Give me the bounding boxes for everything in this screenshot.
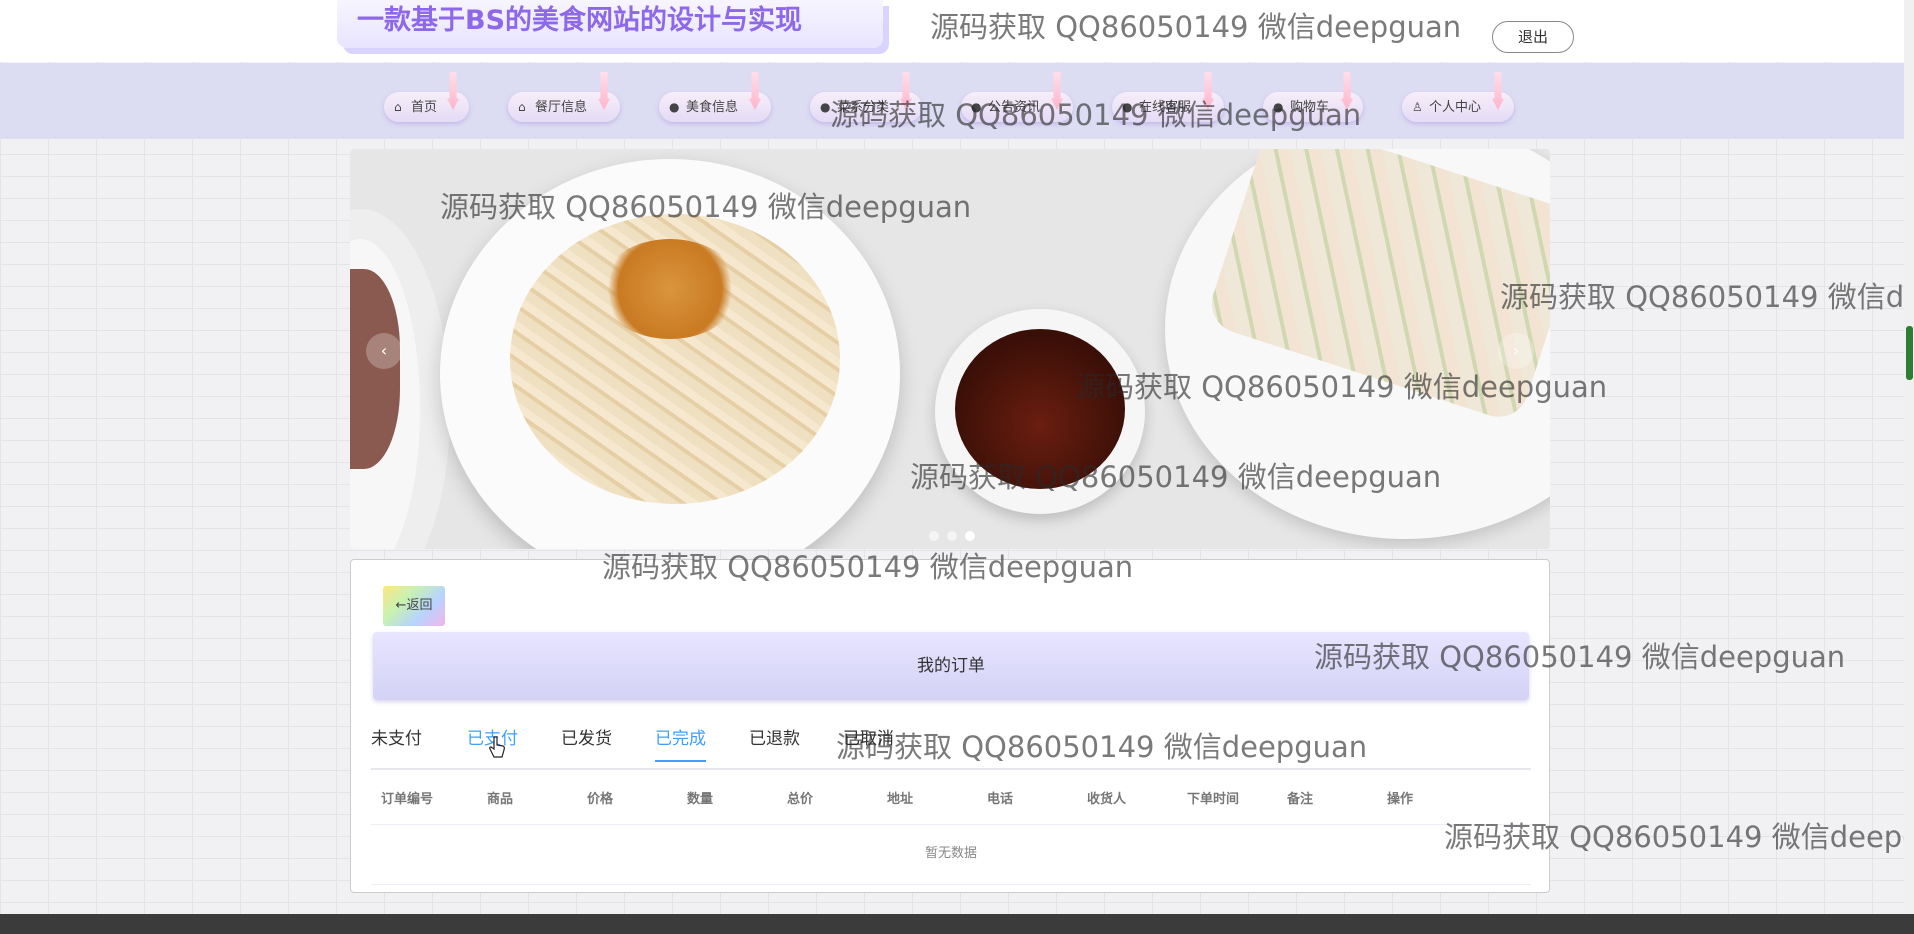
column-header[interactable]: 地址 — [887, 776, 913, 824]
carousel-indicators — [925, 526, 979, 545]
carousel-dot-active[interactable] — [965, 531, 975, 541]
watermark: 源码获取 QQ86050149 微信deepguan — [830, 98, 1362, 132]
watermark: 源码获取 QQ86050149 微信deepguan — [910, 460, 1442, 494]
column-header[interactable]: 数量 — [687, 776, 713, 824]
nav-pin-decoration — [749, 72, 761, 110]
column-header[interactable]: 下单时间 — [1187, 776, 1239, 824]
carousel-prev-icon[interactable]: ‹ — [366, 333, 402, 369]
page-scrollbar[interactable] — [1904, 0, 1914, 914]
column-header[interactable]: 商品 — [487, 776, 513, 824]
info-icon: ● — [669, 100, 680, 114]
nav-item-restaurants[interactable]: ⌂ 餐厅信息 — [508, 72, 620, 122]
nav-item-food[interactable]: ● 美食信息 — [659, 72, 771, 122]
column-header[interactable]: 订单编号 — [381, 776, 433, 824]
nav-pin-decoration — [447, 72, 459, 110]
tab-unpaid[interactable]: 未支付 — [371, 718, 422, 760]
column-header[interactable]: 备注 — [1287, 776, 1313, 824]
watermark: 源码获取 QQ86050149 微信deepguan — [1314, 640, 1846, 674]
nav-pin-decoration — [1492, 72, 1504, 110]
column-header[interactable]: 电话 — [987, 776, 1013, 824]
watermark: 源码获取 QQ86050149 微信deepguan — [836, 730, 1368, 764]
carousel-dot[interactable] — [929, 531, 939, 541]
tab-refunded[interactable]: 已退款 — [749, 718, 800, 760]
orders-table-header: 订单编号 商品 价格 数量 总价 地址 电话 收货人 下单时间 备注 操作 — [371, 776, 1531, 825]
nav-pin-decoration — [598, 72, 610, 110]
empty-state-text: 暂无数据 — [371, 824, 1531, 885]
nav-item-home[interactable]: ⌂ 首页 — [384, 72, 469, 122]
nav-item-label: 个人中心 — [1429, 100, 1482, 115]
column-header[interactable]: 总价 — [787, 776, 813, 824]
page-footer — [0, 914, 1914, 934]
tab-completed[interactable]: 已完成 — [655, 718, 706, 762]
watermark: 源码获取 QQ86050149 微信deepguan — [1500, 280, 1914, 314]
tab-shipped[interactable]: 已发货 — [561, 718, 612, 760]
user-icon: ♙ — [1412, 100, 1423, 114]
watermark: 源码获取 QQ86050149 微信deepguan — [1444, 820, 1914, 854]
column-header[interactable]: 操作 — [1387, 776, 1413, 824]
watermark: 源码获取 QQ86050149 微信deepguan — [602, 550, 1134, 584]
site-title: 一款基于BS的美食网站的设计与实现 — [337, 0, 883, 48]
home-icon: ⌂ — [394, 100, 402, 114]
nav-item-label: 首页 — [411, 100, 438, 115]
watermark: 源码获取 QQ86050149 微信deepguan — [930, 10, 1462, 44]
nav-item-label: 美食信息 — [686, 100, 739, 115]
hand-cursor-icon — [489, 736, 505, 758]
logout-button[interactable]: 退出 — [1492, 21, 1574, 53]
food-photo-garnish — [600, 239, 740, 339]
watermark: 源码获取 QQ86050149 微信deepguan — [440, 190, 972, 224]
nav-item-label: 餐厅信息 — [535, 100, 588, 115]
column-header[interactable]: 收货人 — [1087, 776, 1126, 824]
nav-item-profile[interactable]: ♙ 个人中心 — [1402, 72, 1514, 122]
scrollbar-thumb[interactable] — [1906, 326, 1913, 380]
column-header[interactable]: 价格 — [587, 776, 613, 824]
store-icon: ⌂ — [518, 100, 526, 114]
watermark: 源码获取 QQ86050149 微信deepguan — [1076, 370, 1608, 404]
carousel-dot[interactable] — [947, 531, 957, 541]
back-button[interactable]: ←返回 — [383, 586, 445, 626]
